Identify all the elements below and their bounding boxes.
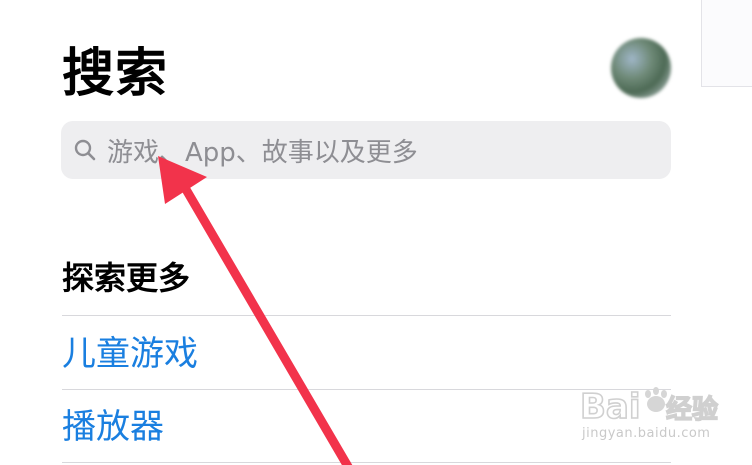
search-icon	[74, 139, 96, 161]
search-input[interactable]: 游戏、App、故事以及更多	[107, 132, 418, 169]
divider	[62, 315, 671, 316]
explore-section-title: 探索更多	[62, 259, 191, 297]
baidu-watermark: Bai 经验 jingyan.baidu.com	[578, 382, 728, 448]
search-bar[interactable]: 游戏、App、故事以及更多	[61, 121, 671, 179]
watermark-url: jingyan.baidu.com	[582, 426, 711, 441]
divider	[62, 462, 671, 463]
explore-item-player[interactable]: 播放器	[62, 402, 164, 452]
baidu-logo: Bai 经验	[579, 386, 719, 428]
account-avatar[interactable]	[611, 38, 671, 98]
explore-item-kids-games[interactable]: 儿童游戏	[62, 329, 198, 379]
side-panel-edge	[701, 0, 752, 87]
page-title: 搜索	[62, 44, 169, 104]
svg-text:经验: 经验	[666, 394, 718, 425]
svg-text:Bai: Bai	[580, 387, 641, 427]
